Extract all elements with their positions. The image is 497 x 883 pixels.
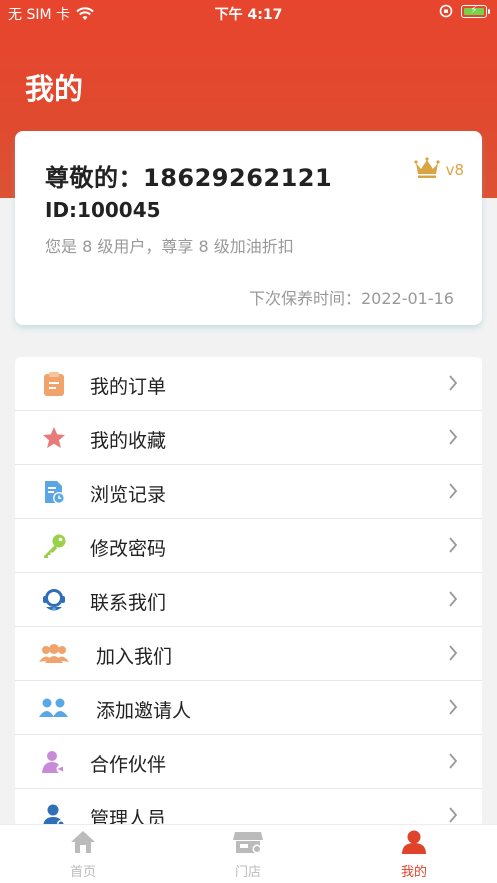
menu-item-label: 联系我们	[90, 592, 167, 614]
clipboard-icon	[44, 372, 64, 396]
profile-icon	[402, 830, 426, 854]
menu-item-add-inviter[interactable]: 添加邀请人	[15, 681, 482, 735]
menu-item-label: 我的订单	[90, 376, 167, 398]
tab-label: 门店	[234, 865, 261, 880]
chevron-right-icon	[449, 699, 458, 715]
status-bar: 无 SIM 卡 下午 4:17 ⚡	[0, 0, 497, 26]
menu-item-contact-us[interactable]: 联系我们	[15, 573, 482, 627]
tab-bar: 首页 门店 我的	[0, 824, 497, 883]
chevron-right-icon	[449, 429, 458, 445]
menu-item-label: 浏览记录	[90, 484, 167, 506]
battery-icon: ⚡	[461, 4, 490, 18]
tab-label: 首页	[69, 865, 96, 880]
invite-group-icon	[39, 698, 68, 717]
history-doc-icon	[45, 481, 65, 504]
store-icon	[233, 832, 263, 854]
user-id: ID:100045	[45, 198, 161, 222]
status-time: 下午 4:17	[214, 7, 283, 23]
support-agent-icon	[43, 589, 65, 611]
greeting-text: 尊敬的：18629262121	[45, 164, 333, 192]
chevron-right-icon	[449, 591, 458, 607]
group-icon	[39, 644, 69, 663]
menu-item-join-us[interactable]: 加入我们	[15, 627, 482, 681]
menu-item-label: 我的收藏	[90, 430, 167, 452]
star-icon	[43, 427, 65, 448]
menu-item-orders[interactable]: 我的订单	[15, 357, 482, 411]
maintenance-time: 下次保养时间：2022-01-16	[249, 289, 454, 308]
chevron-right-icon	[449, 537, 458, 553]
menu-item-partners[interactable]: 合作伙伴	[15, 735, 482, 789]
home-icon	[71, 831, 95, 853]
chevron-right-icon	[449, 483, 458, 499]
tab-label: 我的	[400, 865, 427, 880]
menu-item-label: 合作伙伴	[90, 754, 167, 776]
key-icon	[44, 534, 66, 558]
menu-item-favorites[interactable]: 我的收藏	[15, 411, 482, 465]
level-description: 您是 8 级用户，尊享 8 级加油折扣	[45, 237, 294, 256]
page-title: 我的	[25, 72, 84, 106]
menu-item-label: 加入我们	[96, 646, 173, 668]
profile-card: 尊敬的：18629262121 ID:100045 您是 8 级用户，尊享 8 …	[15, 131, 482, 325]
menu-item-label: 添加邀请人	[96, 700, 192, 722]
chevron-right-icon	[449, 807, 458, 823]
menu-item-admins[interactable]: 管理人员	[15, 789, 482, 827]
orientation-lock-icon	[439, 4, 453, 18]
crown-icon	[413, 157, 440, 178]
partner-icon	[42, 751, 66, 774]
tab-home[interactable]: 首页	[33, 829, 133, 880]
menu-item-label: 修改密码	[90, 538, 167, 560]
chevron-right-icon	[449, 753, 458, 769]
chevron-right-icon	[449, 375, 458, 391]
menu-item-history[interactable]: 浏览记录	[15, 465, 482, 519]
menu-item-change-password[interactable]: 修改密码	[15, 519, 482, 573]
vip-badge: v8	[413, 157, 464, 179]
tab-store[interactable]: 门店	[198, 829, 298, 880]
tab-profile[interactable]: 我的	[364, 829, 464, 880]
menu-list: 我的订单 我的收藏 浏览记录 修改密码 联系我们 加入我们 添加邀请人 合作伙伴…	[15, 357, 482, 827]
vip-level: v8	[445, 161, 464, 179]
chevron-right-icon	[449, 645, 458, 661]
